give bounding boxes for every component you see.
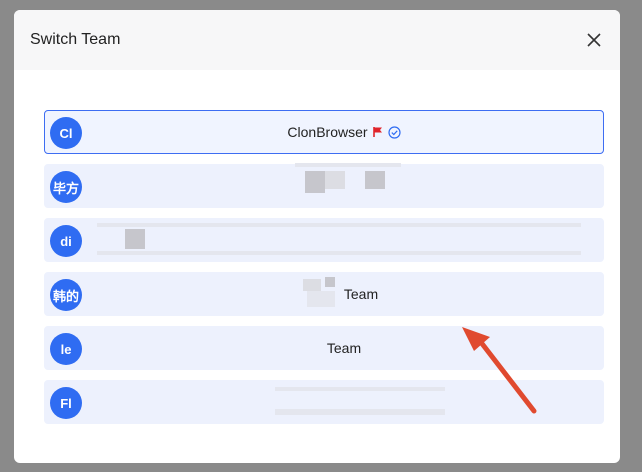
dialog-title: Switch Team bbox=[30, 31, 121, 48]
switch-team-dialog: Switch Team Cl ClonBrowser 毕方 di 韩的 Team… bbox=[14, 10, 620, 463]
team-name: Team bbox=[343, 286, 379, 302]
team-list: Cl ClonBrowser 毕方 di 韩的 Team le Team Fl bbox=[14, 110, 620, 424]
close-button[interactable] bbox=[580, 26, 608, 54]
redacted-name bbox=[295, 163, 401, 167]
team-item-5[interactable]: le Team bbox=[44, 326, 604, 370]
team-avatar: Cl bbox=[50, 117, 82, 149]
team-name-row: ClonBrowser bbox=[85, 111, 603, 153]
redacted-name bbox=[275, 409, 445, 415]
team-name: ClonBrowser bbox=[287, 124, 368, 140]
redacted-name bbox=[325, 171, 345, 189]
team-avatar: di bbox=[50, 225, 82, 257]
verified-check-icon bbox=[387, 125, 401, 139]
redacted-name bbox=[307, 291, 335, 307]
flag-icon bbox=[372, 126, 384, 138]
redacted-name bbox=[365, 171, 385, 189]
redacted-name bbox=[303, 279, 321, 291]
team-avatar: 韩的 bbox=[50, 279, 82, 311]
team-item-4[interactable]: 韩的 Team bbox=[44, 272, 604, 316]
redacted-name bbox=[97, 251, 581, 255]
team-avatar: le bbox=[50, 333, 82, 365]
team-item-2[interactable]: 毕方 bbox=[44, 163, 604, 208]
team-name-row: Team bbox=[85, 273, 603, 315]
team-item-clonbrowser[interactable]: Cl ClonBrowser bbox=[44, 110, 604, 154]
redacted-name bbox=[325, 277, 335, 287]
redacted-name bbox=[275, 387, 445, 391]
close-icon bbox=[587, 33, 601, 47]
redacted-name bbox=[305, 171, 325, 193]
redacted-name bbox=[97, 223, 581, 227]
team-item-3[interactable]: di bbox=[44, 218, 604, 262]
team-avatar: 毕方 bbox=[50, 171, 82, 203]
team-avatar: Fl bbox=[50, 387, 82, 419]
dialog-body: Cl ClonBrowser 毕方 di 韩的 Team le Team Fl bbox=[14, 70, 620, 424]
team-item-6[interactable]: Fl bbox=[44, 380, 604, 424]
redacted-name bbox=[125, 229, 145, 249]
dialog-header: Switch Team bbox=[14, 10, 620, 70]
team-name: Team bbox=[326, 340, 362, 356]
